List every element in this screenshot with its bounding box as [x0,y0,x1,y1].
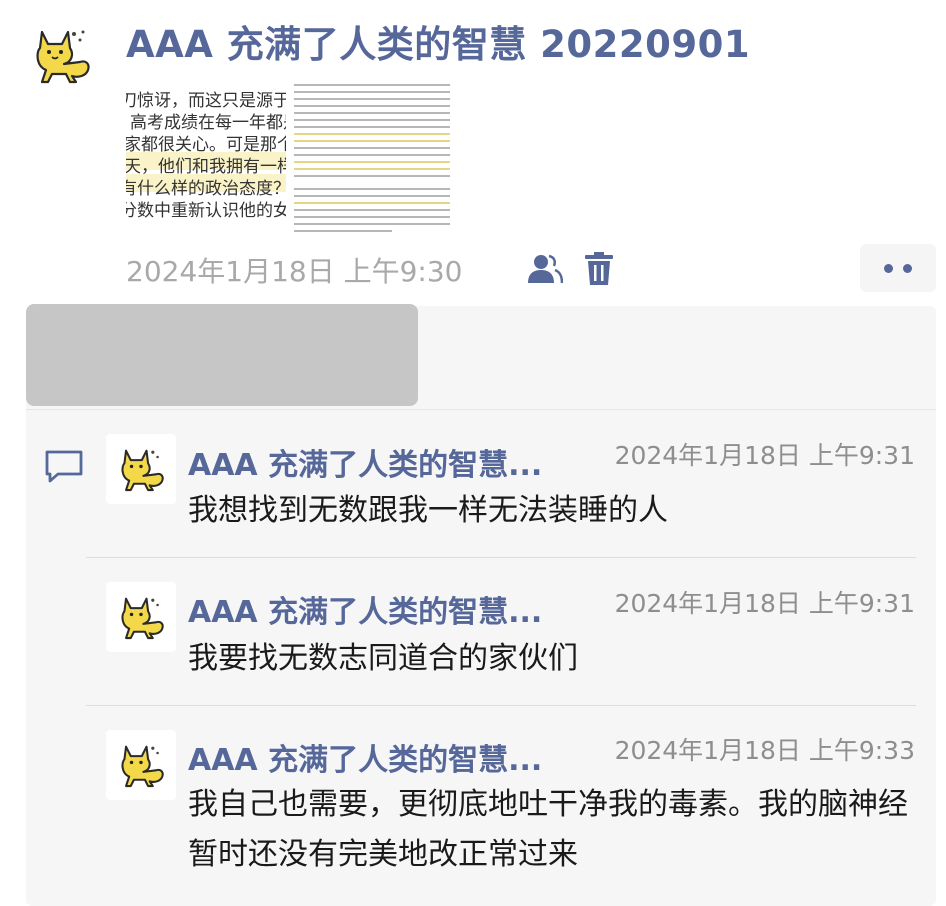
comment-text[interactable]: 我自己也需要，更彻底地吐干净我的毒素。我的脑神经暂时还没有完美地改正常过来 [188,780,908,880]
comment-avatar[interactable] [106,582,176,652]
post-avatar[interactable] [28,24,94,84]
comment-timestamp: 2024年1月18日 上午9:31 [614,589,915,618]
more-dots-icon[interactable] [860,244,936,292]
trash-icon[interactable] [584,252,614,286]
comment-text[interactable]: 我要找无数志同道合的家伙们 [188,634,908,684]
post-timestamp: 2024年1月18日 上午9:30 [126,255,463,288]
comment-divider [86,705,916,706]
comment-text[interactable]: 我想找到无数跟我一样无法装睡的人 [188,486,908,536]
likes-area-redacted [26,304,418,406]
image-text-line: 家都很关心。可是那个成 [126,135,286,155]
comment-bubble-icon [44,448,84,484]
post-author-name[interactable]: AAA 充满了人类的智慧 20220901 [126,14,750,68]
comment-avatar[interactable] [106,434,176,504]
post-image-1[interactable]: 刀惊讶，而这只是源于一个 高考成绩在每一年都是人 家都很关心。可是那个成 天，他… [126,78,286,240]
yellow-cat-icon [121,597,164,640]
image-text-line: 刀惊讶，而这只是源于一个 [126,91,286,111]
post-image-2[interactable] [292,78,452,240]
image-text-line: 有什么样的政治态度？这些 [126,174,286,199]
yellow-cat-icon [121,449,164,492]
comment-author-name[interactable]: AAA 充满了人类的智慧... [188,440,542,484]
yellow-cat-icon [121,745,164,788]
image-text-line: 分数中重新认识他的女儿 [126,201,286,221]
comment-timestamp: 2024年1月18日 上午9:33 [614,736,915,765]
comment-author-name[interactable]: AAA 充满了人类的智慧... [188,735,542,779]
comment-divider [86,557,916,558]
image-text-line: 高考成绩在每一年都是人 [130,113,286,133]
panel-divider [26,409,936,410]
image-text-line: 天，他们和我拥有一样的 [126,152,286,177]
comment-avatar[interactable] [106,730,176,800]
comment-author-name[interactable]: AAA 充满了人类的智慧... [188,587,542,631]
people-icon[interactable] [527,254,564,284]
yellow-cat-icon [36,30,90,84]
comment-timestamp: 2024年1月18日 上午9:31 [614,441,915,470]
